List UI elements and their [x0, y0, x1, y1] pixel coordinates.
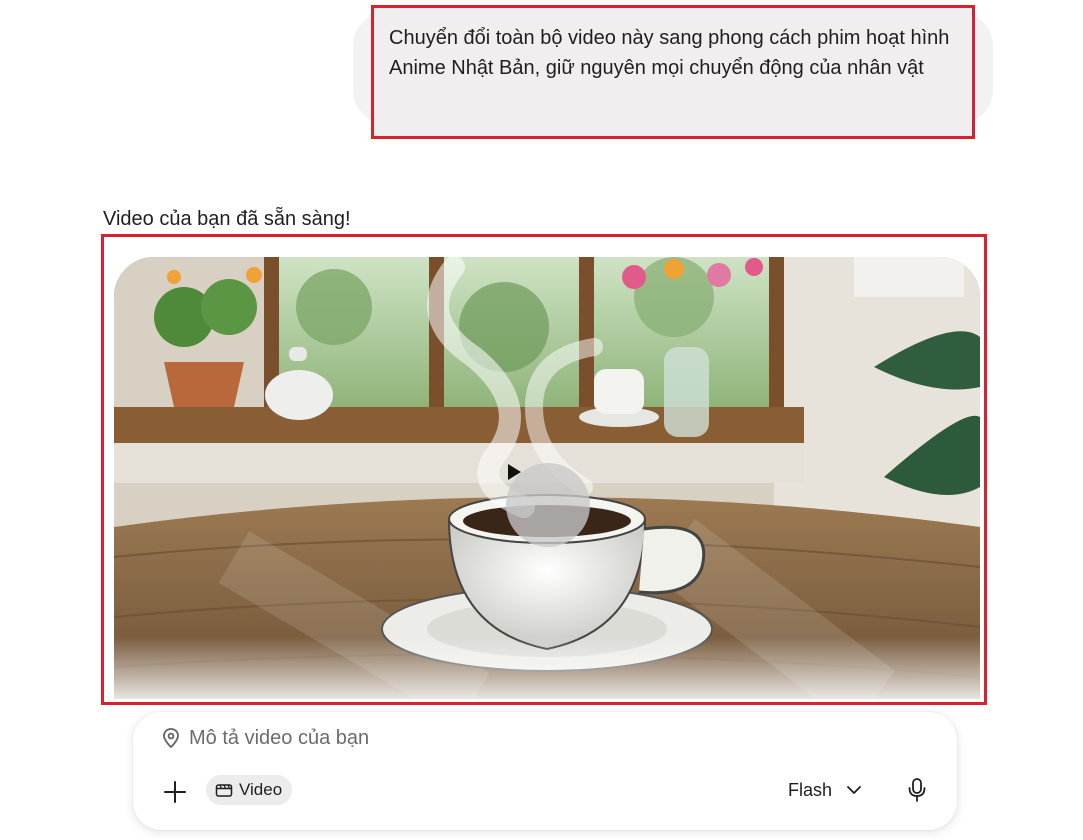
video-icon: [215, 784, 233, 797]
prompt-input[interactable]: [189, 726, 889, 750]
video-player[interactable]: [114, 257, 980, 699]
chevron-down-icon: [847, 786, 861, 794]
model-label: Flash: [788, 779, 833, 800]
video-mode-chip[interactable]: Video: [206, 775, 293, 805]
add-button[interactable]: [161, 778, 189, 806]
user-message-text: Chuyển đổi toàn bộ video này sang phong …: [389, 27, 950, 79]
microphone-icon: [908, 778, 926, 802]
model-selector[interactable]: Flash: [788, 776, 862, 804]
location-pin-icon: [163, 728, 179, 749]
plus-icon: [164, 781, 186, 803]
composer: Video Flash: [133, 712, 957, 830]
prompt-row: [161, 724, 889, 752]
play-icon: [508, 464, 521, 480]
microphone-button[interactable]: [903, 776, 931, 804]
user-message-bubble: Chuyển đổi toàn bộ video này sang phong …: [371, 5, 975, 139]
video-chip-label: Video: [239, 780, 283, 799]
assistant-reply-text: Video của bạn đã sẵn sàng!: [103, 208, 351, 230]
video-highlight-frame: [101, 234, 987, 705]
play-button[interactable]: [506, 463, 590, 547]
